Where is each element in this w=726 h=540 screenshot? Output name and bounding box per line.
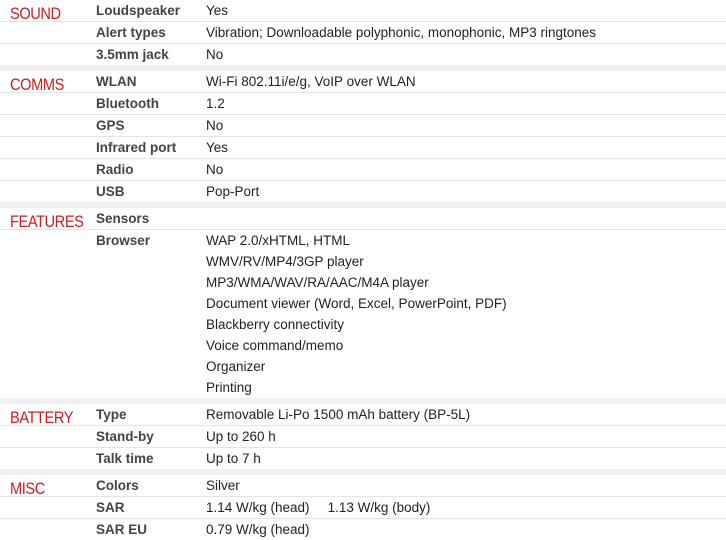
spec-value: No (206, 118, 224, 133)
spec-section-sound: SOUND Loudspeaker Yes Alert types Vibration;… (0, 0, 726, 71)
spec-value: MP3/WMA/WAV/RA/AAC/M4A player (206, 275, 429, 290)
spec-value-cell: 1.2 (206, 93, 225, 114)
spec-row: Organizer (0, 356, 726, 377)
spec-value-cell: WAP 2.0/xHTML, HTML (206, 230, 350, 251)
spec-label[interactable]: Colors (96, 475, 139, 496)
spec-row: USB Pop-Port (0, 180, 726, 202)
spec-value-cell: No (206, 159, 223, 180)
spec-value: 1.14 W/kg (head) (206, 500, 310, 515)
spec-value-cell: Wi-Fi 802.11i/e/g, VoIP over WLAN (206, 71, 416, 92)
spec-value: WAP 2.0/xHTML, HTML (206, 233, 351, 248)
spec-label[interactable]: GPS (96, 115, 125, 136)
spec-value-cell: Voice command/memo (206, 335, 343, 356)
spec-section-battery: BATTERY Type Removable Li-Po 1500 mAh batt… (0, 404, 726, 475)
spec-value: Printing (206, 380, 252, 395)
spec-row: MP3/WMA/WAV/RA/AAC/M4A player (0, 272, 726, 293)
spec-row: Type Removable Li-Po 1500 mAh battery (BP… (0, 404, 726, 425)
spec-label[interactable]: Infrared port (96, 137, 176, 158)
spec-row: Browser WAP 2.0/xHTML, HTML (0, 229, 726, 251)
spec-value: Wi-Fi 802.11i/e/g, VoIP over WLAN (206, 74, 416, 89)
spec-value-cell: Vibration; Downloadable polyphonic, mono… (206, 22, 596, 43)
spec-value-cell: 1.14 W/kg (head) 1.13 W/kg (body) (206, 497, 430, 518)
spec-row: 3.5mm jack No (0, 43, 726, 65)
spec-row: Colors Silver (0, 475, 726, 496)
spec-row: Blackberry connectivity (0, 314, 726, 335)
spec-row: Alert types Vibration; Downloadable polyp… (0, 21, 726, 43)
spec-row: Stand-by Up to 260 h (0, 425, 726, 447)
spec-value: Document viewer (Word, Excel, PowerPoint… (206, 296, 507, 311)
spec-value-cell: WMV/RV/MP4/3GP player (206, 251, 364, 272)
spec-value-cell: Yes (206, 0, 228, 21)
spec-label[interactable]: Loudspeaker (96, 0, 180, 21)
spec-row: Document viewer (Word, Excel, PowerPoint… (0, 293, 726, 314)
spec-value: No (206, 162, 224, 177)
spec-value: WMV/RV/MP4/3GP player (206, 254, 364, 269)
spec-row: WLAN Wi-Fi 802.11i/e/g, VoIP over WLAN (0, 71, 726, 92)
spec-value: Silver (206, 478, 240, 493)
spec-row: SAR EU 0.79 W/kg (head) (0, 518, 726, 540)
spec-value: 1.2 (206, 96, 225, 111)
spec-value-cell: Up to 260 h (206, 426, 276, 447)
spec-value: Yes (206, 140, 229, 155)
spec-value-cell: No (206, 115, 223, 136)
spec-value: Pop-Port (206, 184, 260, 199)
spec-label[interactable]: SAR EU (96, 519, 147, 540)
spec-row: Voice command/memo (0, 335, 726, 356)
spec-row: Talk time Up to 7 h (0, 447, 726, 469)
spec-row: Sensors (0, 208, 726, 229)
spec-label[interactable]: Bluetooth (96, 93, 159, 114)
spec-value: Up to 260 h (206, 429, 276, 444)
spec-section-comms: COMMS WLAN Wi-Fi 802.11i/e/g, VoIP over WL… (0, 71, 726, 208)
spec-label[interactable]: USB (96, 181, 125, 202)
spec-sheet: SOUND Loudspeaker Yes Alert types Vibration;… (0, 0, 726, 540)
spec-label[interactable]: Type (96, 404, 127, 425)
spec-value: Yes (206, 3, 229, 18)
spec-section-features: FEATURES Sensors Browser WAP 2.0/xHTML, HTM… (0, 208, 726, 404)
spec-value: 0.79 W/kg (head) (206, 522, 310, 537)
spec-value-cell: No (206, 44, 223, 65)
spec-value: No (206, 47, 224, 62)
spec-label[interactable]: SAR (96, 497, 125, 518)
spec-value-cell: 0.79 W/kg (head) (206, 519, 310, 540)
spec-value: Removable Li-Po 1500 mAh battery (BP-5L) (206, 407, 471, 422)
spec-value-cell: Up to 7 h (206, 448, 261, 469)
spec-value-cell: Silver (206, 475, 240, 496)
spec-row: GPS No (0, 114, 726, 136)
spec-row: SAR 1.14 W/kg (head) 1.13 W/kg (body) (0, 496, 726, 518)
spec-label[interactable]: Sensors (96, 208, 149, 229)
spec-value-secondary: 1.13 W/kg (body) (327, 500, 431, 515)
spec-value: Up to 7 h (206, 451, 261, 466)
spec-value-cell: MP3/WMA/WAV/RA/AAC/M4A player (206, 272, 429, 293)
spec-label[interactable]: 3.5mm jack (96, 44, 169, 65)
spec-label[interactable]: Browser (96, 230, 150, 251)
spec-value: Vibration; Downloadable polyphonic, mono… (206, 25, 596, 40)
spec-row: Bluetooth 1.2 (0, 92, 726, 114)
spec-row: Infrared port Yes (0, 136, 726, 158)
spec-label[interactable]: Alert types (96, 22, 166, 43)
spec-value-cell: Removable Li-Po 1500 mAh battery (BP-5L) (206, 404, 470, 425)
spec-row: WMV/RV/MP4/3GP player (0, 251, 726, 272)
spec-value-cell: Pop-Port (206, 181, 259, 202)
spec-value: Organizer (206, 359, 266, 374)
spec-label[interactable]: Stand-by (96, 426, 154, 447)
spec-row: Loudspeaker Yes (0, 0, 726, 21)
spec-label[interactable]: Radio (96, 159, 134, 180)
spec-value: Voice command/memo (206, 338, 344, 353)
spec-value-cell: Printing (206, 377, 252, 398)
spec-row: Radio No (0, 158, 726, 180)
spec-label[interactable]: Talk time (96, 448, 154, 469)
spec-value-cell: Yes (206, 137, 228, 158)
spec-value-cell: Document viewer (Word, Excel, PowerPoint… (206, 293, 507, 314)
spec-label[interactable]: WLAN (96, 71, 137, 92)
spec-section-misc: MISC Colors Silver SAR 1.14 W/kg (head) 1.13 … (0, 475, 726, 540)
spec-row: Printing (0, 377, 726, 398)
spec-value: Blackberry connectivity (206, 317, 345, 332)
spec-value-cell: Blackberry connectivity (206, 314, 344, 335)
spec-value-cell: Organizer (206, 356, 265, 377)
